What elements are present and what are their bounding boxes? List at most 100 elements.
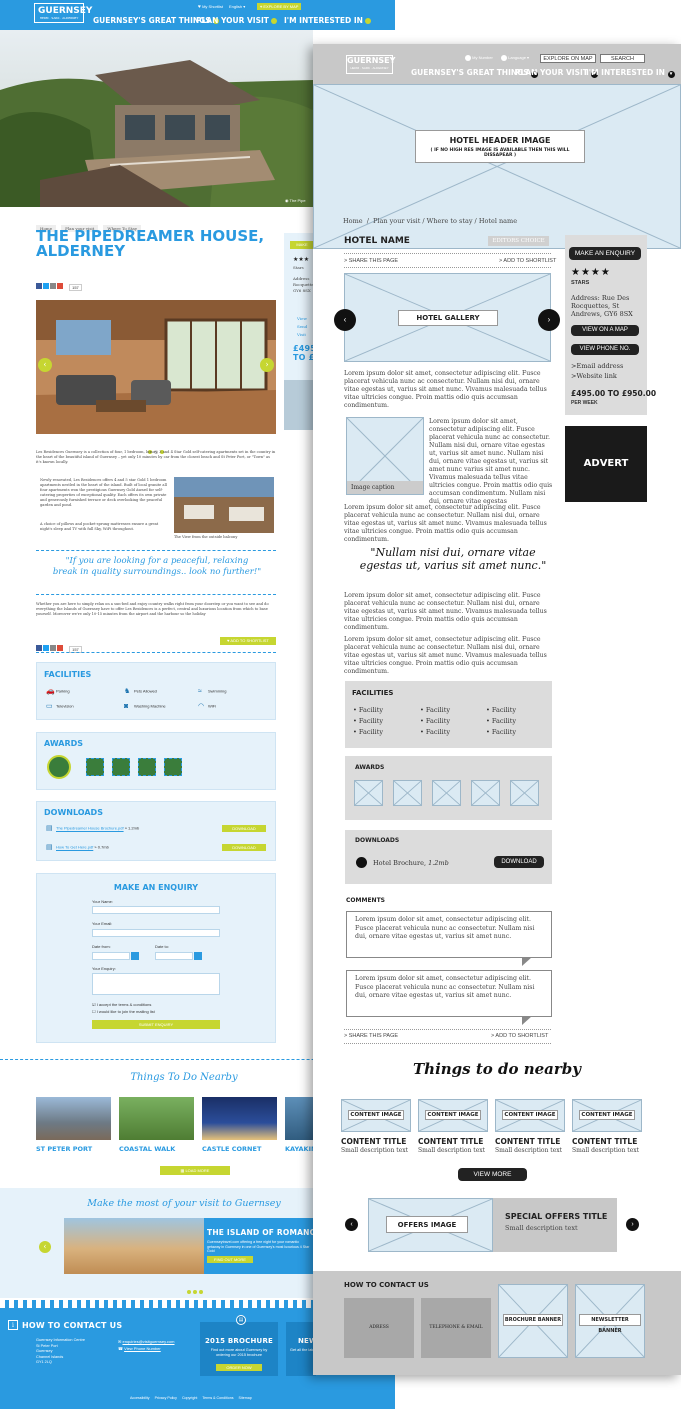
download-button[interactable]: DOWNLOAD (222, 825, 266, 832)
romance-text: Guernseytravel.com offering a free night… (207, 1240, 310, 1253)
divider (36, 594, 276, 595)
wf-content-image-label: CONTENT IMAGE (502, 1110, 558, 1120)
twitter-icon[interactable] (43, 645, 49, 651)
promo-prev-button[interactable]: ‹ (39, 1241, 51, 1253)
wf-gallery-next[interactable]: › (538, 309, 560, 331)
gallery-next-button[interactable]: › (260, 358, 274, 372)
wf-make-enquiry-button[interactable]: MAKE AN ENQUIRY (569, 247, 641, 260)
nav-plan-visit[interactable]: PLAN YOUR VISIT (196, 16, 277, 25)
wf-language[interactable]: Language ▾ (501, 55, 529, 61)
thing-title[interactable]: COASTAL WALK (119, 1145, 175, 1153)
wf-email-link[interactable]: >Email address (571, 362, 623, 370)
contact-email[interactable]: ✉ enquiries@visitguernsey.com (118, 1339, 174, 1344)
thing-image[interactable] (36, 1097, 111, 1140)
nav-interested-in[interactable]: I'M INTERESTED IN (284, 16, 371, 25)
wf-share-link[interactable]: > SHARE THIS PAGE (344, 258, 398, 264)
calendar-icon[interactable] (131, 952, 139, 960)
thing-title[interactable]: CASTLE CORNET (202, 1145, 261, 1153)
calendar-icon[interactable] (194, 952, 202, 960)
wf-explore-map-button[interactable]: EXPLORE ON MAP (540, 54, 596, 63)
send-email-link[interactable]: Send (297, 324, 307, 330)
plus-icon[interactable] (57, 645, 63, 651)
footer-link[interactable]: Copyright (182, 1396, 197, 1400)
promo-dots[interactable] (186, 1279, 204, 1298)
divider (36, 550, 276, 551)
message-field[interactable] (92, 973, 220, 995)
make-enquiry-button[interactable]: MAKE (290, 241, 314, 249)
download-button[interactable]: DOWNLOAD (222, 844, 266, 851)
pull-quote: "If you are looking for a peaceful, rela… (52, 556, 262, 577)
footer-link[interactable]: Accessibility (130, 1396, 150, 1400)
wf-facility-col: • Facility • Facility • Facility (420, 706, 451, 736)
wf-content-title[interactable]: CONTENT TITLE (418, 1137, 483, 1146)
wf-shortlist-link[interactable]: > ADD TO SHORTLIST (499, 258, 556, 264)
mailing-checkbox[interactable]: ☐ I would like to join the mailing list (92, 1009, 155, 1014)
plus-icon[interactable] (57, 283, 63, 289)
thing-title[interactable]: KAYAKIN (285, 1145, 316, 1153)
add-to-shortlist-button[interactable]: ♥ ADD TO SHORTLIST (220, 637, 276, 645)
load-more-button[interactable]: ▦ LOAD MORE (160, 1166, 230, 1175)
wf-logo[interactable]: GUERNSEY HERM · SARK · ALDERNEY (346, 55, 395, 74)
order-now-button[interactable]: ORDER NOW (216, 1364, 262, 1371)
wf-website-link[interactable]: >Website link (571, 372, 617, 380)
email-icon[interactable] (50, 283, 56, 289)
share-buttons[interactable]: 157 (36, 274, 82, 293)
language-select[interactable]: English ▾ (229, 4, 245, 9)
email-icon[interactable] (50, 645, 56, 651)
wf-downloads-title: DOWNLOADS (355, 837, 400, 844)
thing-image[interactable] (119, 1097, 194, 1140)
footer-link[interactable]: Privacy Policy (155, 1396, 177, 1400)
date-from-field[interactable] (92, 952, 130, 960)
award-badge (112, 758, 130, 776)
wf-view-more-button[interactable]: VIEW MORE (458, 1168, 527, 1181)
find-out-more-button[interactable]: FIND OUT MORE (207, 1256, 253, 1263)
wf-offers-next[interactable]: › (626, 1218, 639, 1231)
wf-view-phone-button[interactable]: VIEW PHONE NO. (571, 344, 639, 355)
email-field[interactable] (92, 929, 220, 937)
footer-link[interactable]: Sitemap (239, 1396, 252, 1400)
explore-by-map-button[interactable]: ⌖ EXPLORE BY MAP (257, 3, 302, 10)
terms-checkbox[interactable]: ☑ I accept the terms & conditions (92, 1002, 151, 1007)
wf-shortlist-link[interactable]: > ADD TO SHORTLIST (491, 1033, 548, 1039)
footer-link[interactable]: Terms & Conditions (202, 1396, 233, 1400)
date-to-field[interactable] (155, 952, 193, 960)
facebook-icon[interactable] (36, 645, 42, 651)
wf-content-title[interactable]: CONTENT TITLE (495, 1137, 560, 1146)
wf-offers-prev[interactable]: ‹ (345, 1218, 358, 1231)
shortlist-link[interactable]: ♥ My Shortlist (198, 4, 223, 10)
wf-breadcrumb[interactable]: Home / Plan your visit / Where to stay /… (343, 217, 517, 225)
wf-things-title: Things to do nearby (413, 1060, 581, 1078)
newsletter-text: Get all the latest offers (290, 1348, 314, 1352)
wf-download-button[interactable]: DOWNLOAD (494, 856, 544, 868)
thing-image[interactable] (285, 1097, 315, 1140)
download-link[interactable]: The Pipedreamer House Brochure.pdf (56, 826, 124, 831)
view-map-link[interactable]: View (297, 316, 307, 322)
facebook-icon[interactable] (36, 283, 42, 289)
wf-view-map-button[interactable]: VIEW ON A MAP (571, 325, 639, 336)
site-logo[interactable]: GUERNSEY HERM · SARK · ALDERNEY (34, 3, 92, 23)
wf-search-button[interactable]: SEARCH (600, 54, 645, 63)
wf-my-number[interactable]: My Number (465, 55, 493, 61)
download-link[interactable]: How To Get Here.pdf (56, 845, 93, 850)
wf-content-title[interactable]: CONTENT TITLE (341, 1137, 406, 1146)
wf-share-link[interactable]: > SHARE THIS PAGE (344, 1033, 398, 1039)
wf-comments-title: COMMENTS (346, 897, 385, 904)
visit-website-link[interactable]: Visit (297, 332, 306, 338)
contact-phone[interactable]: ☎ View Phone Number (118, 1346, 161, 1351)
facilities-title: FACILITIES (44, 670, 92, 679)
wf-nav-interested[interactable]: I'M INTERESTED IN ▾ (586, 68, 675, 78)
email-label: Your Email: (92, 921, 113, 926)
thing-image[interactable] (202, 1097, 277, 1140)
wf-brochure-item[interactable]: Hotel Brochure, 1.2mb (373, 859, 449, 867)
name-field[interactable] (92, 906, 220, 914)
hero-image (0, 30, 313, 207)
wf-gallery-prev[interactable]: ‹ (334, 309, 356, 331)
twitter-icon[interactable] (43, 283, 49, 289)
side-advert[interactable] (284, 380, 314, 430)
gallery-prev-button[interactable]: ‹ (38, 358, 52, 372)
thing-title[interactable]: ST PETER PORT (36, 1145, 92, 1153)
wf-body-text: Lorem ipsum dolor sit amet, consectetur … (344, 370, 547, 409)
page-title: THE PIPEDREAMER HOUSE, ALDERNEY (36, 227, 265, 260)
submit-enquiry-button[interactable]: SUBMIT ENQUIRY (92, 1020, 220, 1029)
wf-content-title[interactable]: CONTENT TITLE (572, 1137, 637, 1146)
